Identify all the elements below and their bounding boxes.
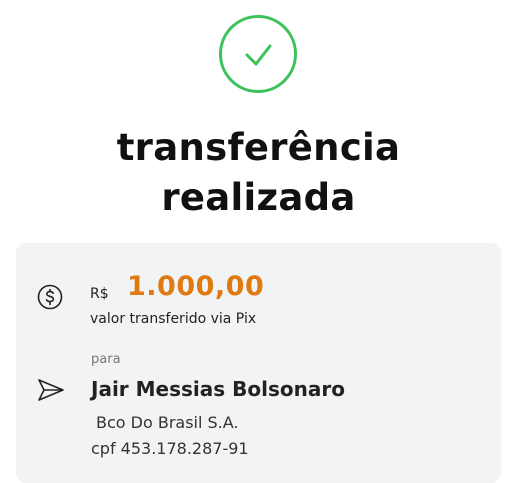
page-title: transferência realizada bbox=[0, 123, 517, 223]
title-line-1: transferência bbox=[116, 126, 401, 169]
title-line-2: realizada bbox=[161, 176, 356, 219]
recipient-cpf: cpf 453.178.287-91 bbox=[91, 439, 249, 458]
recipient-bank: Bco Do Brasil S.A. bbox=[96, 413, 239, 432]
recipient-label: para bbox=[91, 352, 121, 367]
currency-symbol: R$ bbox=[90, 286, 109, 302]
transfer-details-card: R$ 1.000,00 valor transferido via Pix pa… bbox=[16, 243, 501, 483]
dollar-circle-icon bbox=[37, 284, 63, 310]
amount-caption: valor transferido via Pix bbox=[90, 311, 257, 327]
transfer-amount: 1.000,00 bbox=[127, 271, 265, 302]
recipient-name: Jair Messias Bolsonaro bbox=[91, 377, 345, 401]
send-icon bbox=[38, 379, 64, 401]
check-circle-icon bbox=[219, 15, 297, 93]
